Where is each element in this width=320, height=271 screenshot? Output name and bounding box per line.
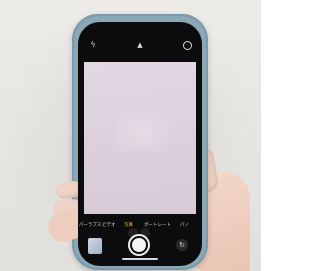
mode-photo[interactable]: 写真 xyxy=(124,221,133,230)
camera-viewfinder[interactable] xyxy=(84,62,196,238)
mode-timelapse[interactable]: ハイパーラプス xyxy=(78,221,101,230)
phone: ϟ ▲ ハイパーラプス ビデオ 写真 ポートレート パノ ↻ xyxy=(78,22,202,266)
camera-switch-icon[interactable]: ↻ xyxy=(176,239,188,251)
shutter-button[interactable] xyxy=(128,234,150,256)
camera-top-bar: ϟ ▲ xyxy=(78,22,202,58)
photo-thumbnail[interactable] xyxy=(88,238,102,254)
flash-icon[interactable]: ϟ xyxy=(88,40,98,50)
viewfinder-highlight xyxy=(114,112,169,152)
mode-pano[interactable]: パノ xyxy=(180,221,189,230)
chevron-up-icon[interactable]: ▲ xyxy=(135,40,145,50)
mode-video[interactable]: ビデオ xyxy=(102,221,116,230)
camera-mode-selector: ハイパーラプス ビデオ 写真 ポートレート パノ xyxy=(78,221,202,230)
photo-scene: ϟ ▲ ハイパーラプス ビデオ 写真 ポートレート パノ ↻ xyxy=(0,0,261,271)
mode-portrait[interactable]: ポートレート xyxy=(144,221,171,230)
shutter-inner xyxy=(132,238,146,252)
home-indicator xyxy=(122,258,158,260)
live-photo-icon[interactable] xyxy=(182,40,192,50)
